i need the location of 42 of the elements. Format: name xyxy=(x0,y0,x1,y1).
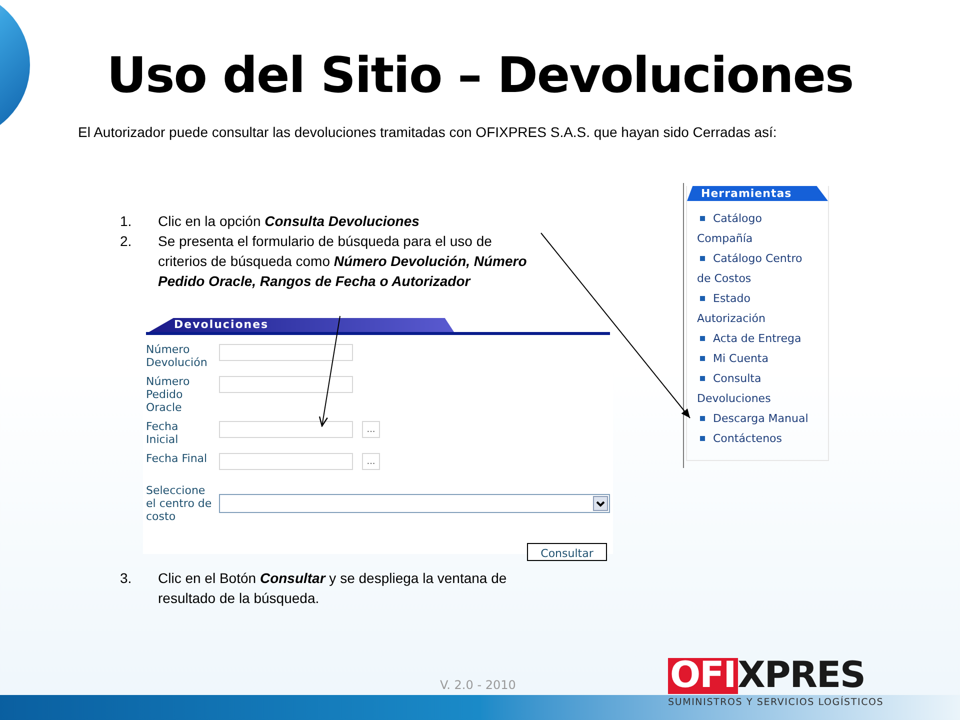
bullet-icon xyxy=(700,416,705,421)
field-label: Seleccione el centro de costo xyxy=(146,484,212,523)
bullet-icon xyxy=(700,256,705,261)
intro-text: El Autorizador puede consultar las devoluciones tramitadas con OFIXPRES S.A.S. que hayan sido Cerradas así: xyxy=(78,123,778,142)
date-picker-button[interactable]: ... xyxy=(362,421,380,438)
step-text: Clic en la opción Consulta Devoluciones xyxy=(158,212,420,231)
step-text: Clic en el Botón Consultar y se despliega la ventana de resultado de la búsqueda. xyxy=(158,569,508,608)
bullet-icon xyxy=(700,296,705,301)
bullet-icon xyxy=(700,376,705,381)
field-label: Fecha Final xyxy=(146,452,208,465)
select-dropdown[interactable] xyxy=(219,494,610,513)
chevron-down-icon xyxy=(593,496,608,511)
menu-item[interactable]: Catálogo Centro de Costos xyxy=(697,249,815,289)
date-field[interactable] xyxy=(219,453,353,470)
menu-item[interactable]: Descarga Manual xyxy=(697,409,815,429)
bullet-icon xyxy=(700,356,705,361)
field-label: Número Devolución xyxy=(146,343,208,369)
version-text: V. 2.0 - 2010 xyxy=(440,677,516,694)
menu-item[interactable]: Consulta Devoluciones xyxy=(697,369,815,409)
logo-prefix: OFI xyxy=(668,658,738,694)
step-number: 1. xyxy=(120,212,133,231)
step-number: 2. xyxy=(120,232,133,251)
consultar-button[interactable]: Consultar xyxy=(527,543,607,561)
logo-wordmark: XPRES xyxy=(738,658,865,694)
menu-item[interactable]: Contáctenos xyxy=(697,429,815,449)
logo-tagline: SUMINISTROS Y SERVICIOS LOGÍSTICOS xyxy=(668,696,884,710)
menu-item[interactable]: Acta de Entrega xyxy=(697,329,815,349)
date-picker-button[interactable]: ... xyxy=(362,453,380,470)
step-number: 3. xyxy=(120,569,133,588)
input-field[interactable] xyxy=(219,344,353,361)
menu-item[interactable]: Mi Cuenta xyxy=(697,349,815,369)
bullet-icon xyxy=(700,216,705,221)
slide-title: Uso del Sitio – Devoluciones xyxy=(106,46,854,106)
menu-item[interactable]: Estado Autorización xyxy=(697,289,815,329)
step-text: Se presenta el formulario de búsqueda para el uso de criterios de búsqueda como Número Devolución, Número Pedido Oracle, Rangos de Fecha o Autorizador xyxy=(158,232,528,291)
bullet-icon xyxy=(700,336,705,341)
bullet-icon xyxy=(700,436,705,441)
date-field[interactable] xyxy=(219,421,353,438)
field-label: Fecha Inicial xyxy=(146,420,180,446)
menu-item[interactable]: Catálogo Compañía xyxy=(697,209,815,249)
field-label: Número Pedido Oracle xyxy=(146,375,191,414)
input-field[interactable] xyxy=(219,376,353,393)
